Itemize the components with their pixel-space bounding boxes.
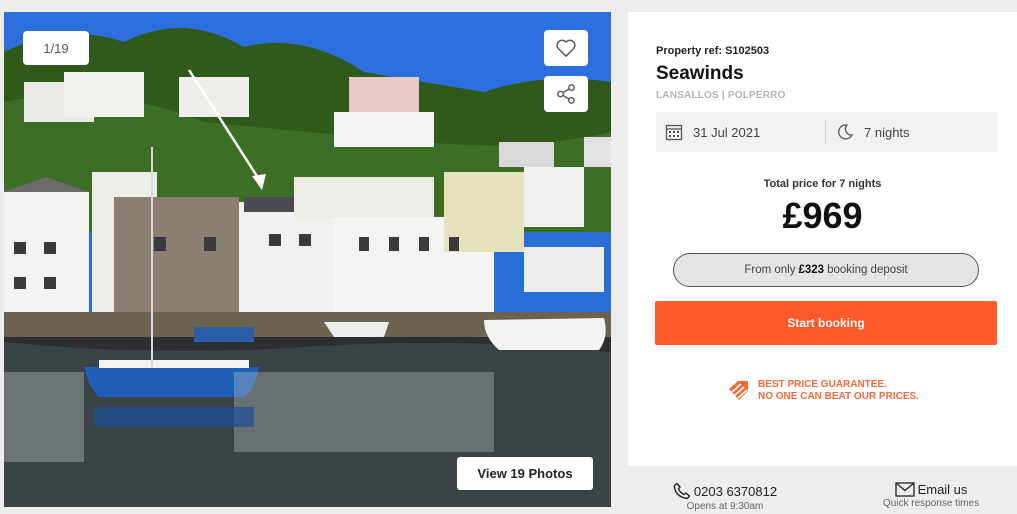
total-price: £969 [782, 195, 863, 236]
property-ref: Property ref: S102503 [656, 45, 770, 57]
property-page: 1/19 View 19 Photos Property ref: S10250… [0, 0, 1017, 514]
total-price-label: Total price for 7 nights [763, 178, 882, 190]
start-booking-button[interactable]: Start booking [655, 301, 997, 345]
phone-number[interactable]: 0203 6370812 [694, 484, 777, 499]
guarantee-line-2: NO ONE CAN BEAT OUR PRICES. [758, 391, 919, 402]
share-icon [557, 84, 575, 104]
share-button[interactable] [544, 76, 588, 112]
contact-phone[interactable]: 0203 6370812 Opens at 9:30am [665, 482, 785, 512]
deposit-info: From only £323 booking deposit [673, 253, 979, 287]
favourite-button[interactable] [544, 30, 588, 66]
photo-gallery[interactable]: 1/19 View 19 Photos [4, 12, 611, 507]
moon-icon [838, 124, 854, 140]
deposit-amount: £323 [798, 264, 825, 276]
deposit-prefix: From only [744, 264, 796, 276]
email-response: Quick response times [882, 498, 980, 509]
property-photo[interactable] [4, 12, 611, 507]
contact-email[interactable]: Email us Quick response times [866, 482, 996, 509]
price-guarantee: BEST PRICE GUARANTEE. NO ONE CAN BEAT OU… [726, 379, 919, 403]
property-location: LANSALLOS | POLPERRO [656, 90, 786, 101]
price-tag-icon [729, 381, 748, 400]
view-photos-button[interactable]: View 19 Photos [457, 457, 593, 490]
calendar-icon [665, 124, 683, 141]
email-link[interactable]: Email us [918, 482, 968, 497]
guarantee-line-1: BEST PRICE GUARANTEE. [758, 379, 887, 390]
phone-icon [673, 482, 691, 500]
phone-hours: Opens at 9:30am [686, 501, 764, 512]
stay-date-label: 31 Jul 2021 [693, 124, 761, 140]
envelope-icon [894, 482, 915, 497]
stay-summary: 31 Jul 2021 7 nights [656, 112, 997, 152]
property-name: Seawinds [656, 63, 744, 84]
photo-counter: 1/19 [23, 31, 89, 65]
stay-nights-label: 7 nights [864, 124, 910, 140]
stay-nights[interactable]: 7 nights [826, 112, 910, 152]
stay-date[interactable]: 31 Jul 2021 [656, 120, 826, 144]
booking-card: Property ref: S102503 Seawinds LANSALLOS… [628, 12, 1017, 466]
heart-icon [556, 39, 576, 57]
deposit-suffix: booking deposit [827, 264, 908, 276]
